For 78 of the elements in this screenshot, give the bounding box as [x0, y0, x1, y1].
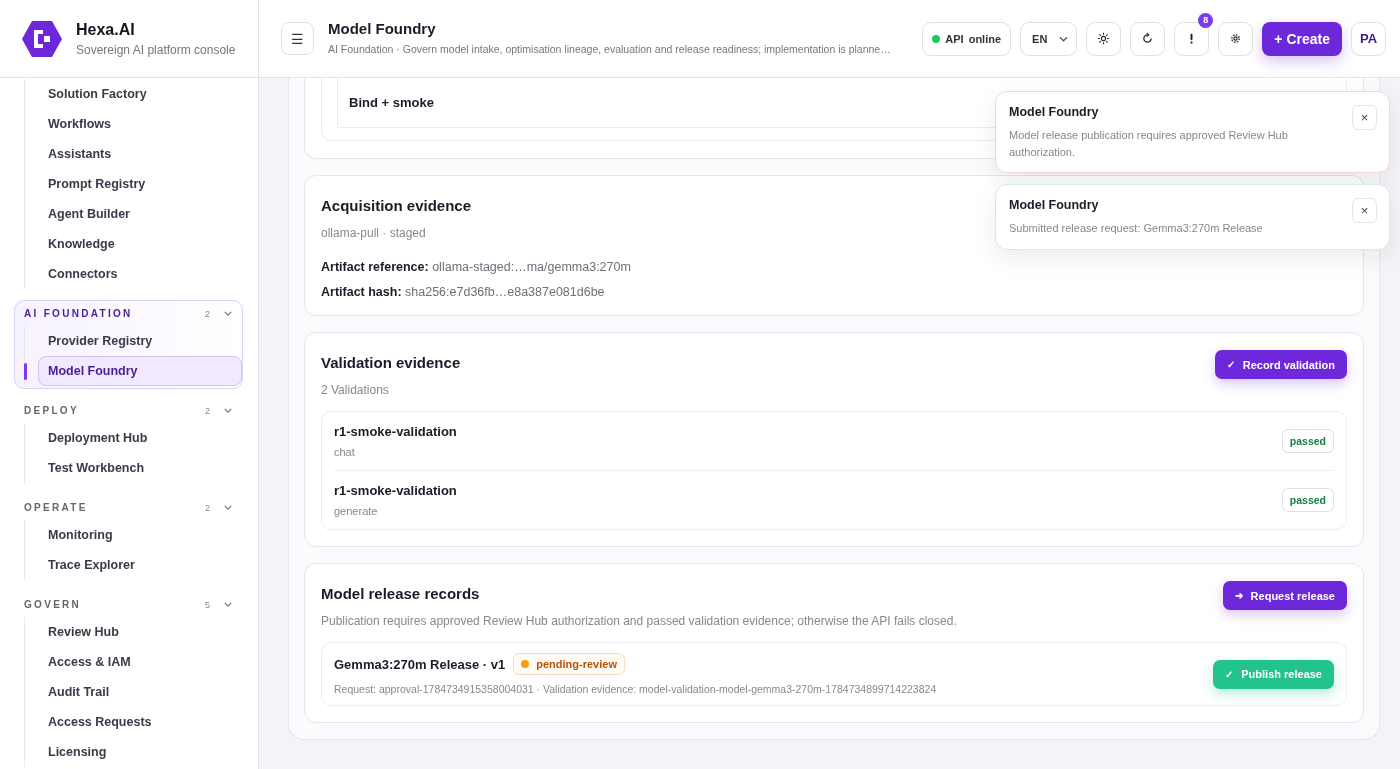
menu-button[interactable]: ☰	[281, 22, 314, 55]
language-select[interactable]: EN	[1020, 21, 1078, 56]
validation-name: r1-smoke-validation	[334, 483, 457, 498]
create-button[interactable]: + Create	[1262, 21, 1342, 56]
validation-task: chat	[334, 446, 356, 458]
chevron-down-icon[interactable]	[224, 311, 232, 316]
field-line: Artifact reference: ollama-staged:…ma/gemma3:270m	[321, 260, 632, 274]
alerts-button[interactable]	[1174, 21, 1210, 56]
api-label: API	[945, 32, 964, 45]
nav-item[interactable]: Audit Trail	[38, 677, 242, 707]
section-title: Model release records	[321, 585, 481, 602]
release-title: Gemma3:270m Release · v1	[334, 656, 506, 672]
refresh-button[interactable]	[1130, 21, 1166, 56]
group-count: 2	[205, 502, 210, 513]
nav-item[interactable]: Access Requests	[38, 707, 242, 737]
nav-item[interactable]: Monitoring	[38, 520, 242, 550]
api-value: online	[968, 32, 1002, 45]
nav-item[interactable]: Agent Builder	[38, 199, 242, 229]
group-count: 5	[205, 599, 210, 610]
section-subtitle: ollama-pull · staged	[321, 226, 427, 240]
result-badge: passed	[1281, 488, 1334, 512]
chevron-down-icon[interactable]	[224, 505, 232, 510]
section-title: Validation evidence	[321, 354, 461, 371]
refresh-icon	[1141, 32, 1155, 45]
nav-item[interactable]: Test Workbench	[38, 453, 242, 483]
user-avatar[interactable]: PA	[1351, 21, 1386, 56]
nav-item[interactable]: Knowledge	[38, 229, 242, 259]
nav-item[interactable]: Provider Registry	[38, 326, 242, 356]
nav-item[interactable]: Access & IAM	[38, 647, 242, 677]
nav-item[interactable]: Assistants	[38, 139, 242, 169]
chevron-down-icon	[1059, 35, 1069, 42]
nav-item[interactable]: Prompt Registry	[38, 169, 242, 199]
brand-name: Hexa.AI	[76, 20, 136, 39]
request-release-button[interactable]: ➜ Request release	[1222, 581, 1347, 610]
theme-button[interactable]	[1086, 21, 1122, 56]
nav-item[interactable]: Licensing	[38, 737, 242, 767]
language-value: EN	[1032, 32, 1048, 45]
release-meta: Request: approval-1784734915358004031 · Validation evidence: model-validation-model-gemma3-270m-1784734899714223824	[334, 683, 937, 695]
settings-icon	[1229, 32, 1243, 45]
step-title: Bind + smoke	[349, 95, 435, 110]
record-validation-button[interactable]: ✓ Record validation	[1214, 350, 1347, 379]
selection-indicator	[24, 363, 27, 380]
section-title: Acquisition evidence	[321, 197, 472, 214]
section-subtitle: 2 Validations	[321, 383, 390, 397]
group-count: 2	[205, 405, 210, 416]
section-subtitle: Publication requires approved Review Hub authorization and passed validation evidence; otherwise the API fails closed.	[321, 614, 957, 628]
result-badge: passed	[1281, 429, 1334, 453]
validation-name: r1-smoke-validation	[334, 424, 457, 439]
nav-item[interactable]: Workflows	[38, 109, 242, 139]
group-label[interactable]: GOVERN	[24, 599, 205, 610]
status-badge: pending-review	[513, 653, 625, 675]
toast-message: Model release publication requires approved Review Hub authorization.	[1009, 128, 1289, 160]
nav-item[interactable]: Connectors	[38, 259, 242, 289]
toast-title: Model Foundry	[1009, 105, 1100, 119]
notification-count: 8	[1198, 12, 1214, 28]
toast-message: Submitted release request: Gemma3:270m Release	[1009, 221, 1263, 236]
close-button[interactable]: ×	[1352, 198, 1377, 223]
validation-task: generate	[334, 505, 379, 517]
field-line: Artifact hash: sha256:e7d36fb…e8a387e081d6be	[321, 285, 606, 299]
group-label[interactable]: DEPLOY	[24, 405, 205, 416]
nav-item[interactable]: Solution Factory	[38, 79, 242, 109]
close-button[interactable]: ×	[1352, 105, 1377, 130]
nav-item[interactable]: Model Foundry	[38, 356, 242, 386]
sun-icon	[1097, 32, 1111, 45]
logo-icon	[22, 20, 62, 57]
chevron-down-icon[interactable]	[224, 408, 232, 413]
page-title: Model Foundry	[328, 20, 437, 37]
chevron-down-icon[interactable]	[224, 602, 232, 607]
nav-item[interactable]: Review Hub	[38, 617, 242, 647]
settings-button[interactable]	[1218, 21, 1254, 56]
group-count: 2	[205, 308, 210, 319]
brand-tagline: Sovereign AI platform console	[76, 42, 236, 57]
group-label[interactable]: AI FOUNDATION	[24, 308, 205, 319]
nav-item[interactable]: Deployment Hub	[38, 423, 242, 453]
toast-title: Model Foundry	[1009, 198, 1100, 212]
page-subtitle: AI Foundation · Govern model intake, optimisation lineage, evaluation and release readiness; implementation is planne…	[328, 42, 891, 57]
group-label[interactable]: OPERATE	[24, 502, 205, 513]
nav-item[interactable]: Trace Explorer	[38, 550, 242, 580]
